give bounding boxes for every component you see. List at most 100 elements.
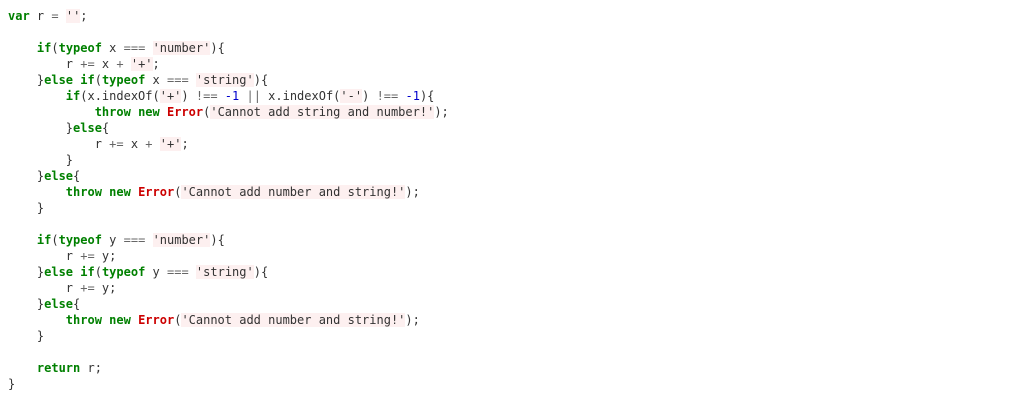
string-token: 'number' bbox=[152, 41, 211, 55]
operator-token: += bbox=[80, 281, 95, 295]
code-text: { bbox=[73, 169, 81, 183]
code-line: } bbox=[8, 328, 1016, 344]
code-text: ( bbox=[51, 41, 59, 55]
code-line: if(typeof x === 'number'){ bbox=[8, 40, 1016, 56]
code-text: x bbox=[145, 73, 167, 87]
code-text: ){ bbox=[210, 233, 225, 247]
code-text: ; bbox=[181, 137, 189, 151]
keyword-token: if bbox=[80, 265, 95, 279]
keyword-token: else bbox=[44, 73, 74, 87]
string-token: 'string' bbox=[195, 265, 254, 279]
string-token: '-' bbox=[340, 89, 363, 103]
code-line: throw new Error('Cannot add number and s… bbox=[8, 312, 1016, 328]
keyword-token: typeof bbox=[101, 73, 146, 87]
keyword-token: if bbox=[36, 41, 52, 55]
operator-token: !== bbox=[376, 89, 399, 103]
code-text: ) bbox=[362, 89, 377, 103]
string-token: 'string' bbox=[195, 73, 254, 87]
code-text: y bbox=[145, 265, 167, 279]
keyword-token: new bbox=[138, 105, 160, 119]
keyword-token: new bbox=[109, 185, 131, 199]
keyword-token: if bbox=[80, 73, 95, 87]
code-line: } bbox=[8, 152, 1016, 168]
code-line: }else if(typeof y === 'string'){ bbox=[8, 264, 1016, 280]
code-text: ); bbox=[434, 105, 449, 119]
code-text: x.indexOf( bbox=[260, 89, 341, 103]
keyword-token: typeof bbox=[101, 265, 146, 279]
code-text: { bbox=[101, 121, 110, 135]
code-text: } bbox=[8, 201, 45, 215]
keyword-token: if bbox=[65, 89, 81, 103]
code-text: } bbox=[8, 265, 45, 279]
code-text: } bbox=[8, 297, 45, 311]
code-text: ) bbox=[181, 89, 196, 103]
code-line: if(typeof y === 'number'){ bbox=[8, 232, 1016, 248]
number-token: -1 bbox=[405, 89, 420, 103]
keyword-token: typeof bbox=[58, 233, 102, 247]
keyword-token: if bbox=[36, 233, 52, 247]
string-token: 'Cannot add string and number!' bbox=[210, 105, 435, 119]
string-token: 'Cannot add number and string!' bbox=[181, 313, 406, 327]
keyword-token: new bbox=[109, 313, 131, 327]
code-line: throw new Error('Cannot add string and n… bbox=[8, 104, 1016, 120]
code-line: r += y; bbox=[8, 280, 1016, 296]
code-text: r bbox=[29, 9, 52, 23]
operator-token: === bbox=[123, 233, 146, 247]
keyword-token: var bbox=[8, 9, 30, 23]
string-token: '+' bbox=[159, 137, 182, 151]
error-class-token: Error bbox=[166, 105, 204, 119]
code-text: r; bbox=[80, 361, 102, 375]
operator-token: === bbox=[167, 73, 189, 87]
keyword-token: else bbox=[44, 169, 74, 183]
keyword-token: else bbox=[44, 297, 74, 311]
code-text: y; bbox=[94, 281, 117, 295]
code-text: ){ bbox=[253, 265, 269, 279]
string-token: 'number' bbox=[152, 233, 211, 247]
code-text: r bbox=[8, 137, 110, 151]
code-text: y bbox=[101, 233, 124, 247]
code-text: ){ bbox=[210, 41, 225, 55]
operator-token: += bbox=[80, 249, 95, 263]
code-line: } bbox=[8, 376, 1016, 392]
code-line: } bbox=[8, 200, 1016, 216]
code-line: var r = ''; bbox=[8, 8, 1016, 24]
code-text: ( bbox=[94, 265, 102, 279]
string-token: '' bbox=[65, 9, 81, 23]
keyword-token: throw bbox=[94, 105, 131, 119]
code-line: if(x.indexOf('+') !== -1 || x.indexOf('-… bbox=[8, 88, 1016, 104]
code-text: } bbox=[8, 73, 45, 87]
keyword-token: else bbox=[44, 265, 74, 279]
string-token: '+' bbox=[159, 89, 182, 103]
code-text: x bbox=[94, 57, 117, 71]
code-text: x bbox=[101, 41, 124, 55]
code-line: }else{ bbox=[8, 120, 1016, 136]
code-text: r bbox=[8, 57, 81, 71]
error-class-token: Error bbox=[138, 313, 175, 327]
operator-token: += bbox=[80, 57, 95, 71]
code-text: } bbox=[8, 329, 45, 343]
string-token: '+' bbox=[130, 57, 153, 71]
keyword-token: else bbox=[73, 121, 102, 135]
code-text: ( bbox=[51, 233, 59, 247]
code-text: (x.indexOf( bbox=[80, 89, 160, 103]
code-text: ); bbox=[405, 185, 420, 199]
operator-token: = bbox=[51, 9, 59, 23]
code-text: } bbox=[8, 153, 74, 167]
code-text: } bbox=[8, 377, 16, 391]
